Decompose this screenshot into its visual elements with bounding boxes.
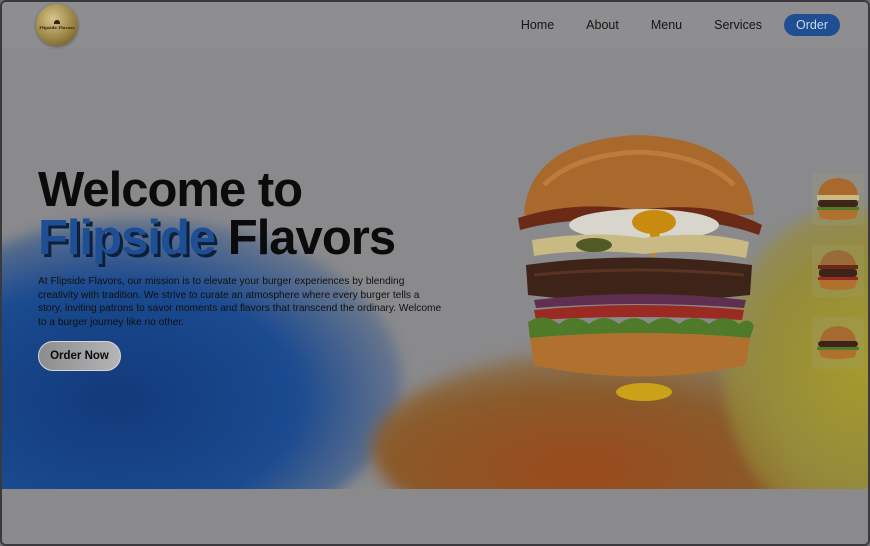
burger-thumbnail-2[interactable] — [812, 245, 864, 297]
site-header: Flipside Flavors Home About Menu Service… — [2, 2, 868, 48]
hero-headline: Welcome to Flipside Flavors — [38, 163, 396, 265]
nav-about[interactable]: About — [586, 18, 619, 32]
headline-accent: Flipside — [38, 211, 216, 265]
burger-thumbnail-list — [812, 173, 864, 369]
footer-band — [2, 489, 868, 544]
burger-thumbnail-3[interactable] — [812, 317, 864, 369]
hero-section: Welcome to Flipside Flavors At Flipside … — [2, 48, 868, 489]
logo-mark — [54, 20, 60, 24]
nav-menu[interactable]: Menu — [651, 18, 682, 32]
logo-icon[interactable]: Flipside Flavors — [36, 4, 78, 46]
page-frame: Flipside Flavors Home About Menu Service… — [0, 0, 870, 546]
headline-rest: Flavors — [227, 211, 396, 265]
order-now-button[interactable]: Order Now — [38, 341, 121, 371]
nav-services[interactable]: Services — [714, 18, 762, 32]
nav-home[interactable]: Home — [521, 18, 554, 32]
burger-thumbnail-1[interactable] — [812, 173, 864, 225]
main-nav: Home About Menu Services Order — [489, 14, 840, 36]
logo-text: Flipside Flavors — [39, 25, 75, 30]
headline-line-2: Flipside Flavors — [38, 211, 396, 265]
burger-image — [518, 135, 762, 401]
order-button[interactable]: Order — [784, 14, 840, 36]
hero-description: At Flipside Flavors, our mission is to e… — [38, 276, 442, 328]
headline-line-1: Welcome to — [38, 163, 303, 217]
